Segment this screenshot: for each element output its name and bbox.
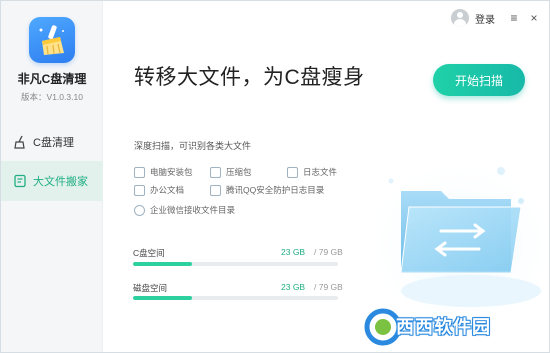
wechat-icon bbox=[134, 204, 145, 216]
top-bar: 登录 ≡ × bbox=[451, 7, 541, 29]
disk-total: / 79 GB bbox=[314, 282, 343, 292]
disk-space-label: 磁盘空间 bbox=[133, 283, 168, 293]
watermark-text: 西西软件园 bbox=[396, 317, 491, 337]
category-item: 办公文档 bbox=[134, 184, 184, 196]
app-window: 非凡C盘清理 版本：V1.0.3.10 C盘清理 大文件搬家 登录 ≡ × 转移… bbox=[0, 0, 550, 353]
c-drive-space-label: C盘空间 bbox=[133, 248, 165, 258]
sidebar-item-c-drive-clean[interactable]: C盘清理 bbox=[1, 123, 103, 161]
category-label: 办公文档 bbox=[150, 185, 185, 195]
scan-description: 深度扫描，可识别各类大文件 bbox=[134, 141, 252, 151]
category-label: 电脑安装包 bbox=[150, 167, 193, 177]
sidebar: 非凡C盘清理 版本：V1.0.3.10 C盘清理 大文件搬家 bbox=[1, 1, 103, 352]
disk-progress-bar bbox=[133, 296, 338, 300]
c-drive-progress-fill bbox=[133, 262, 193, 266]
app-version: 版本：V1.0.3.10 bbox=[21, 92, 83, 102]
disk-used: 23 GB bbox=[281, 282, 306, 292]
category-item: 日志文件 bbox=[287, 166, 337, 178]
category-label: 日志文件 bbox=[303, 167, 338, 177]
c-drive-progress-bar bbox=[133, 262, 338, 266]
sidebar-item-large-file-move[interactable]: 大文件搬家 bbox=[1, 161, 103, 201]
category-item: 企业微信接收文件目录 bbox=[134, 204, 235, 216]
category-item: 压缩包 bbox=[210, 166, 252, 178]
package-icon bbox=[134, 166, 145, 178]
log-file-icon bbox=[287, 166, 298, 178]
category-label: 腾讯QQ安全防护日志目录 bbox=[226, 185, 325, 195]
c-drive-total: / 79 GB bbox=[314, 247, 343, 257]
sidebar-item-label: 大文件搬家 bbox=[33, 176, 88, 188]
app-name: 非凡C盘清理 bbox=[17, 72, 87, 86]
folder-transfer-illustration bbox=[361, 141, 549, 321]
menu-icon[interactable]: ≡ bbox=[507, 11, 521, 25]
shield-icon bbox=[210, 184, 221, 196]
folder-icon bbox=[134, 184, 145, 196]
category-label: 压缩包 bbox=[226, 167, 252, 177]
document-icon bbox=[13, 174, 27, 188]
category-label: 企业微信接收文件目录 bbox=[150, 205, 236, 215]
page-title: 转移大文件，为C盘瘦身 bbox=[134, 66, 365, 89]
app-logo-icon bbox=[29, 17, 75, 63]
start-scan-button[interactable]: 开始扫描 bbox=[433, 64, 525, 96]
sidebar-item-label: C盘清理 bbox=[33, 137, 74, 149]
close-icon[interactable]: × bbox=[527, 11, 541, 25]
c-drive-used: 23 GB bbox=[281, 247, 306, 257]
broom-icon bbox=[13, 135, 27, 149]
archive-icon bbox=[210, 166, 221, 178]
login-link[interactable]: 登录 bbox=[475, 11, 495, 26]
disk-progress-fill bbox=[133, 296, 193, 300]
category-item: 电脑安装包 bbox=[134, 166, 193, 178]
avatar[interactable] bbox=[451, 9, 469, 27]
category-item: 腾讯QQ安全防护日志目录 bbox=[210, 184, 324, 196]
